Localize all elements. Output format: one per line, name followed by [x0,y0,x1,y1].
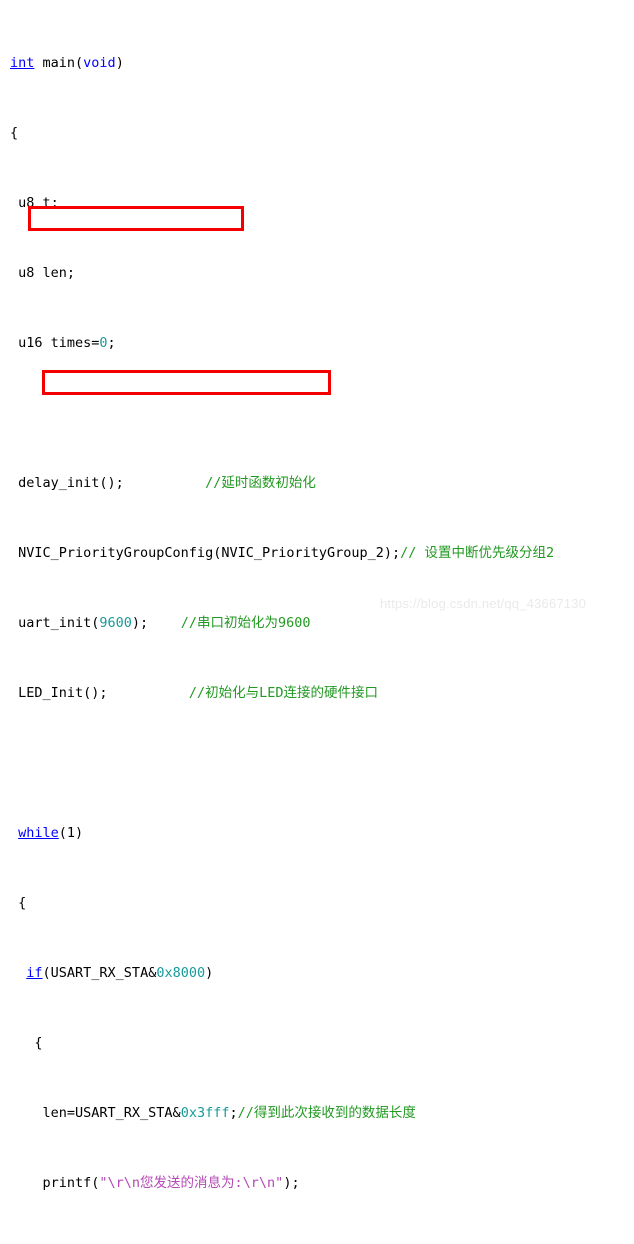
code-line[interactable]: NVIC_PriorityGroupConfig(NVIC_PriorityGr… [0,545,634,563]
code-line[interactable]: uart_init(9600); //串口初始化为9600 [0,615,634,633]
comment: //延时函数初始化 [205,474,316,491]
watermark-text: https://blog.csdn.net/qq_43667130 [380,596,587,611]
code-text: NVIC_PriorityGroupConfig(NVIC_PriorityGr… [10,544,401,561]
code-line[interactable]: int main(void) [0,55,634,73]
code-text: uart_init( [10,614,100,631]
code-text: ; [229,1104,238,1121]
code-line[interactable]: { [0,895,634,913]
code-line[interactable]: { [0,125,634,143]
comment: //初始化与LED连接的硬件接口 [188,684,378,701]
code-text: u16 times= [10,334,100,351]
code-content[interactable]: int main(void) { u8 t; u8 len; u16 times… [0,2,634,1244]
code-text: LED_Init(); [10,684,189,701]
code-line-blank[interactable] [0,755,634,773]
code-text: delay_init(); [10,474,206,491]
keyword-if: if [26,964,43,981]
code-text: (1) [58,824,84,841]
code-text: (USART_RX_STA& [42,964,157,981]
code-text: ) [115,54,124,71]
code-text: ); [131,614,181,631]
code-text: { [10,124,19,141]
code-text: { [10,894,27,911]
code-text: main( [34,54,84,71]
code-text: u8 len; [10,264,76,281]
code-text: { [10,1034,43,1051]
code-editor[interactable]: int main(void) { u8 t; u8 len; u16 times… [0,0,634,1191]
number-literal: 0 [99,334,108,351]
comment: //得到此次接收到的数据长度 [237,1104,416,1121]
code-text: ) [205,964,214,981]
code-text: ; [107,334,116,351]
code-line[interactable]: u8 len; [0,265,634,283]
code-line[interactable]: u8 t; [0,195,634,213]
code-line[interactable]: { [0,1035,634,1053]
code-text: printf( [10,1174,100,1191]
code-line[interactable]: if(USART_RX_STA&0x8000) [0,965,634,983]
string-literal: "\r\n您发送的消息为:\r\n" [99,1174,284,1191]
code-line[interactable]: printf("\r\n您发送的消息为:\r\n"); [0,1175,634,1193]
keyword-int: int [10,54,35,71]
code-line[interactable]: while(1) [0,825,634,843]
number-literal: 9600 [99,614,132,631]
comment: //串口初始化为9600 [180,614,311,631]
code-text: ); [283,1174,300,1191]
code-line[interactable]: u16 times=0; [0,335,634,353]
code-line[interactable]: len=USART_RX_STA&0x3fff;//得到此次接收到的数据长度 [0,1105,634,1123]
code-text: u8 t; [10,194,59,211]
code-line[interactable]: delay_init(); //延时函数初始化 [0,475,634,493]
number-literal: 0x3fff [180,1104,230,1121]
comment: // 设置中断优先级分组2 [400,544,555,561]
code-text: len=USART_RX_STA& [10,1104,181,1121]
number-literal: 0x8000 [156,964,206,981]
keyword-while: while [18,824,59,841]
code-line-blank[interactable] [0,405,634,423]
keyword-void: void [83,54,116,71]
code-line[interactable]: LED_Init(); //初始化与LED连接的硬件接口 [0,685,634,703]
